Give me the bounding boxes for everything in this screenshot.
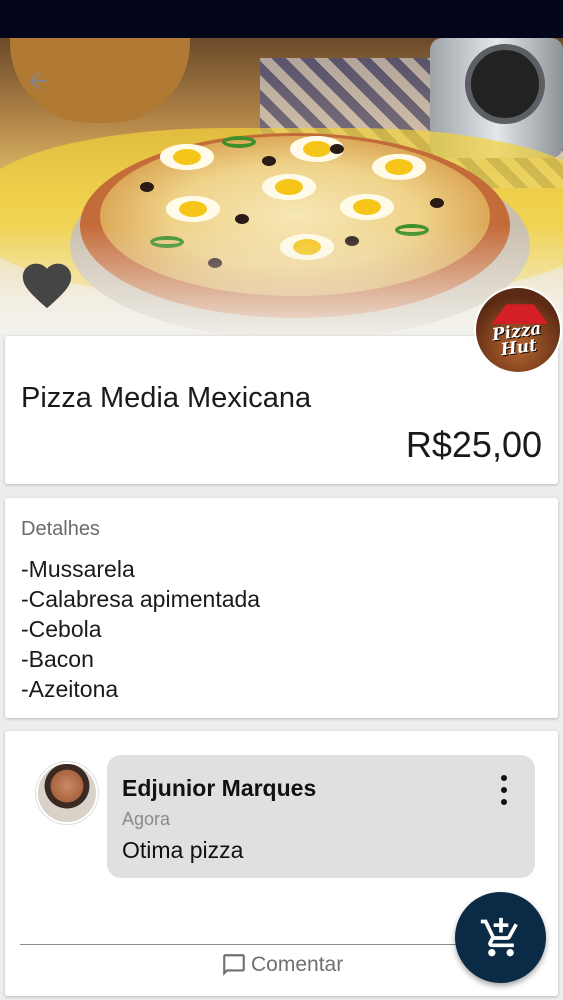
comment-author: Edjunior Marques: [122, 775, 317, 801]
comment-time: Agora: [122, 809, 171, 829]
details-title: Detalhes: [21, 518, 100, 540]
product-card: Pizza Media Mexicana R$25,00: [5, 336, 558, 484]
favorite-button[interactable]: [18, 256, 76, 310]
ingredient-item: -Cebola: [21, 616, 102, 642]
store-logo[interactable]: Pizza Hut: [474, 286, 562, 374]
comment-bubble: Edjunior Marques Agora Otima pizza: [107, 755, 535, 878]
product-image: [0, 38, 563, 335]
heart-icon: [22, 263, 72, 309]
status-bar: [0, 0, 563, 38]
more-vert-icon: [501, 775, 507, 781]
product-name: Pizza Media Mexicana: [21, 382, 312, 414]
ingredient-item: -Mussarela: [21, 556, 135, 582]
ingredients-list: -Mussarela -Calabresa apimentada -Cebola…: [21, 554, 260, 704]
more-options-button[interactable]: [497, 775, 511, 805]
comment-button-label: Comentar: [251, 953, 344, 976]
back-button[interactable]: [20, 66, 56, 96]
ingredient-item: -Bacon: [21, 646, 94, 672]
details-card: Detalhes -Mussarela -Calabresa apimentad…: [5, 498, 558, 718]
product-price: R$25,00: [405, 424, 542, 465]
add-to-cart-button[interactable]: [455, 892, 546, 983]
arrow-left-icon: [29, 72, 47, 90]
avatar[interactable]: [36, 762, 98, 824]
comment-text: Otima pizza: [122, 837, 244, 863]
add-to-cart-icon: [480, 917, 518, 956]
ingredient-item: -Calabresa apimentada: [21, 586, 261, 612]
ingredient-item: -Azeitona: [21, 676, 119, 702]
comment-button[interactable]: Comentar: [221, 950, 343, 980]
comment-icon: [223, 954, 245, 976]
